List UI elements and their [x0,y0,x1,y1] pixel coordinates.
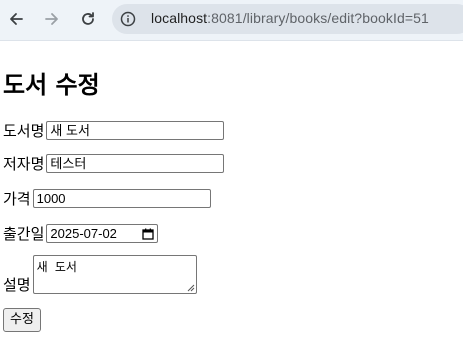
address-bar[interactable]: localhost:8081/library/books/edit?bookId… [112,4,463,34]
back-button[interactable] [4,7,28,31]
page-title: 도서 수정 [3,71,100,99]
reload-icon [82,12,94,25]
forward-arrow-icon [45,13,58,25]
published-row: 출간일 2025-07-02 [3,224,159,243]
published-date-value: 2025-07-02 [50,226,117,241]
price-input[interactable]: 1000 [32,189,211,208]
description-textarea[interactable]: 새 도서 [32,255,197,294]
page-content: 도서 수정 도서명 새 도서 저자명 테스터 가격 1000 출간일 2025-… [0,40,463,353]
description-label: 설명 [3,276,31,294]
price-label: 가격 [3,190,31,208]
description-row: 설명 새 도서 [3,255,197,294]
site-info-icon[interactable] [120,11,136,27]
published-label: 출간일 [3,225,45,243]
description-value: 새 도서 [36,260,77,274]
forward-button[interactable] [40,7,64,31]
calendar-icon[interactable] [142,228,155,240]
author-input[interactable]: 테스터 [46,154,225,173]
reload-button[interactable] [76,7,100,31]
price-row: 가격 1000 [3,189,211,208]
author-row: 저자명 테스터 [3,154,225,173]
back-arrow-icon [10,13,23,25]
title-row: 도서명 새 도서 [3,121,225,140]
url-host: localhost [151,10,208,26]
resize-grip-icon[interactable] [187,284,195,292]
submit-button[interactable]: 수정 [3,308,41,332]
published-date-input[interactable]: 2025-07-02 [46,224,159,243]
author-label: 저자명 [3,155,45,173]
browser-toolbar: localhost:8081/library/books/edit?bookId… [0,0,463,41]
title-input[interactable]: 새 도서 [46,121,225,140]
url-text[interactable]: localhost:8081/library/books/edit?bookId… [151,10,429,26]
url-path: :8081/library/books/edit?bookId=51 [207,10,429,26]
title-label: 도서명 [3,122,45,140]
